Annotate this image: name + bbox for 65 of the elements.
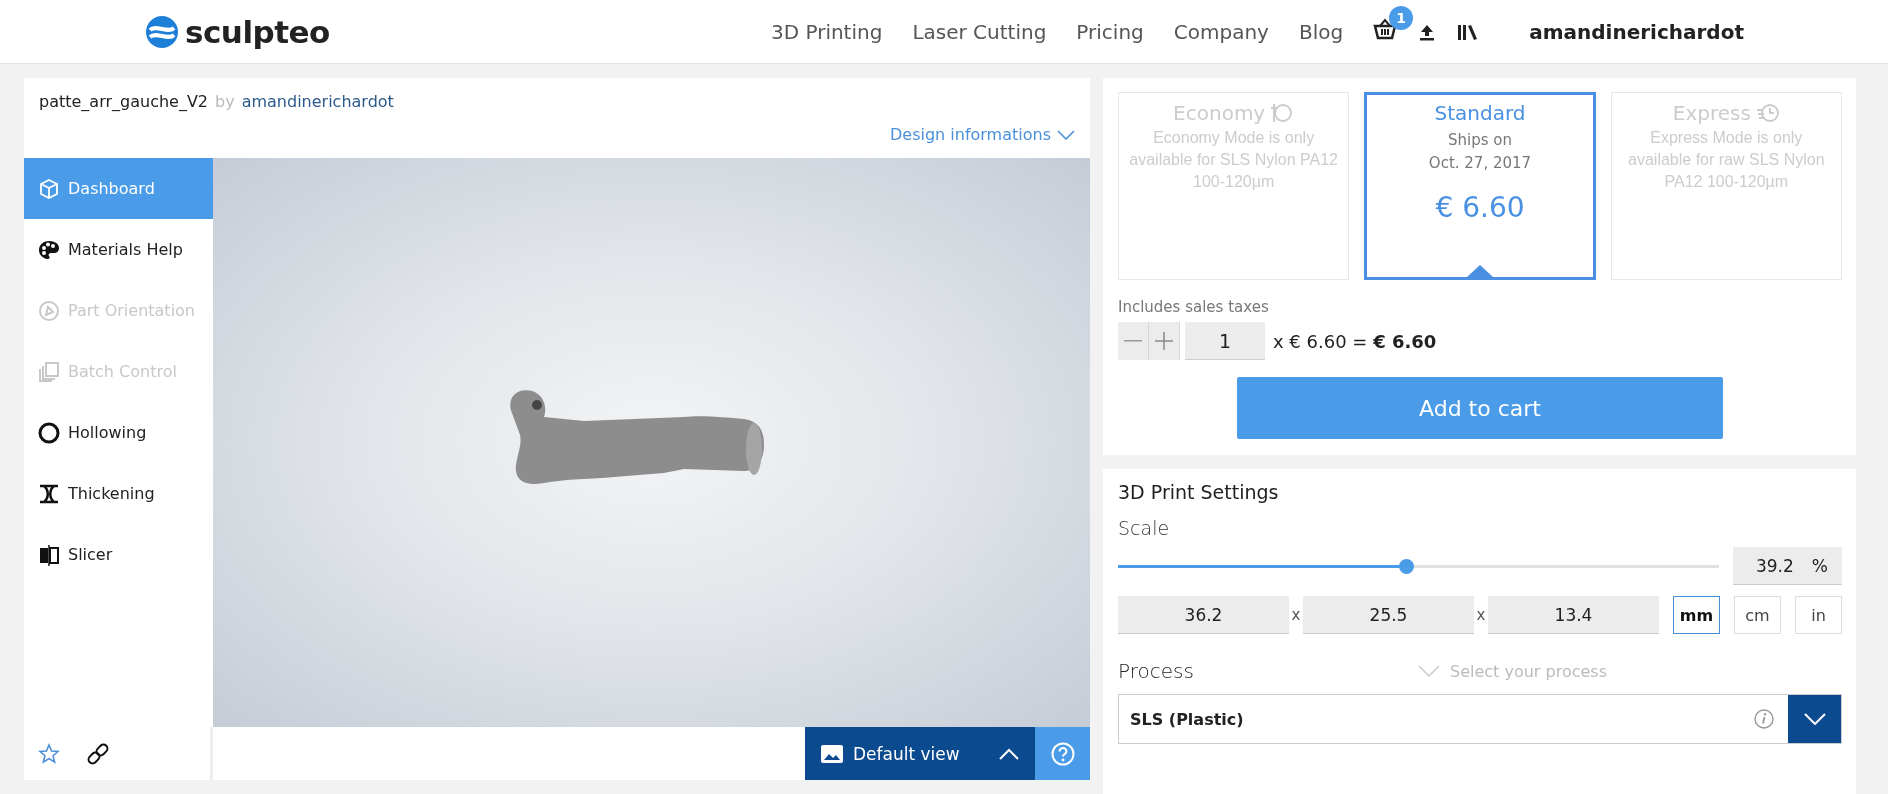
- site-logo[interactable]: sculpteo: [185, 13, 330, 50]
- times-sign: x: [1475, 606, 1487, 624]
- chevron-down-icon: [1418, 665, 1440, 677]
- logo-icon: [145, 14, 179, 49]
- dimension-field[interactable]: 25.5: [1303, 596, 1474, 634]
- help-icon: [1050, 741, 1075, 766]
- chevron-down-icon: [1057, 129, 1075, 140]
- sidebar-item-icon: [38, 299, 60, 322]
- cart-count-badge: 1: [1389, 6, 1414, 30]
- process-label: Process: [1118, 659, 1195, 683]
- shipping-option-card[interactable]: Standard Ships on Oct. 27, 2017 € 6.60: [1364, 92, 1596, 280]
- dimension-field[interactable]: 36.2: [1118, 596, 1289, 634]
- plus-icon: [1155, 332, 1173, 350]
- info-icon: [1754, 709, 1774, 729]
- sidebar-item[interactable]: Hollowing: [24, 402, 213, 463]
- fast-clock-icon: [1755, 102, 1780, 124]
- basket-icon[interactable]: [1373, 18, 1398, 40]
- nav-link[interactable]: Blog: [1298, 19, 1344, 44]
- ships-on-label: Ships on: [1447, 130, 1513, 151]
- scale-label: Scale: [1118, 517, 1171, 539]
- price-formula: x € 6.60 = € 6.60: [1273, 330, 1437, 352]
- library-icon[interactable]: [1457, 22, 1480, 41]
- help-button[interactable]: [1035, 727, 1090, 780]
- sidebar-item-icon: [38, 177, 60, 200]
- link-icon[interactable]: [86, 741, 110, 766]
- scale-percent-field[interactable]: 39.2 %: [1733, 547, 1842, 585]
- process-select[interactable]: SLS (Plastic): [1118, 694, 1842, 744]
- sidebar-item-icon: [38, 360, 60, 383]
- increase-button[interactable]: [1149, 322, 1180, 360]
- ship-date: Oct. 27, 2017: [1428, 153, 1532, 174]
- sidebar-item-icon: [38, 482, 60, 505]
- author-link[interactable]: amandinerichardot: [241, 92, 394, 111]
- sidebar-item-icon: [38, 421, 60, 444]
- sidebar-item[interactable]: Slicer: [24, 524, 213, 585]
- unit-button[interactable]: mm: [1673, 596, 1720, 634]
- slider-thumb[interactable]: [1399, 558, 1415, 574]
- sidebar-item[interactable]: Materials Help: [24, 219, 213, 280]
- chevron-down-icon: [1803, 713, 1826, 725]
- nav-link[interactable]: Laser Cutting: [912, 19, 1047, 44]
- unit-button[interactable]: in: [1795, 596, 1842, 634]
- 3d-viewer[interactable]: [213, 158, 1090, 727]
- chevron-up-icon: [999, 747, 1019, 760]
- sales-taxes-note: Includes sales taxes: [1118, 298, 1270, 316]
- minus-icon: [1124, 340, 1142, 342]
- times-sign: x: [1290, 606, 1302, 624]
- shipping-price: € 6.60: [1435, 191, 1525, 224]
- quantity-field[interactable]: 1: [1185, 322, 1265, 360]
- nav-link[interactable]: 3D Printing: [770, 19, 883, 44]
- dimension-field[interactable]: 13.4: [1488, 596, 1659, 634]
- nav-link[interactable]: Company: [1173, 19, 1269, 44]
- settings-title: 3D Print Settings: [1118, 481, 1280, 503]
- process-hint: Select your process: [1450, 661, 1607, 681]
- by-label: by: [215, 92, 235, 111]
- image-icon: [821, 744, 843, 763]
- nav-link[interactable]: Pricing: [1076, 19, 1144, 44]
- dropdown-button[interactable]: [1788, 695, 1841, 743]
- design-name: patte_arr_gauche_V2: [39, 92, 209, 111]
- sidebar-item[interactable]: Thickening: [24, 463, 213, 524]
- star-icon[interactable]: [38, 742, 60, 765]
- username-link[interactable]: amandinerichardot: [1529, 19, 1744, 44]
- default-view-button[interactable]: Default view: [805, 727, 1035, 780]
- unit-button[interactable]: cm: [1734, 596, 1781, 634]
- shipping-option-name: Standard: [1434, 101, 1526, 125]
- sidebar-item-icon: [38, 238, 60, 261]
- sidebar-item-icon: [38, 543, 60, 566]
